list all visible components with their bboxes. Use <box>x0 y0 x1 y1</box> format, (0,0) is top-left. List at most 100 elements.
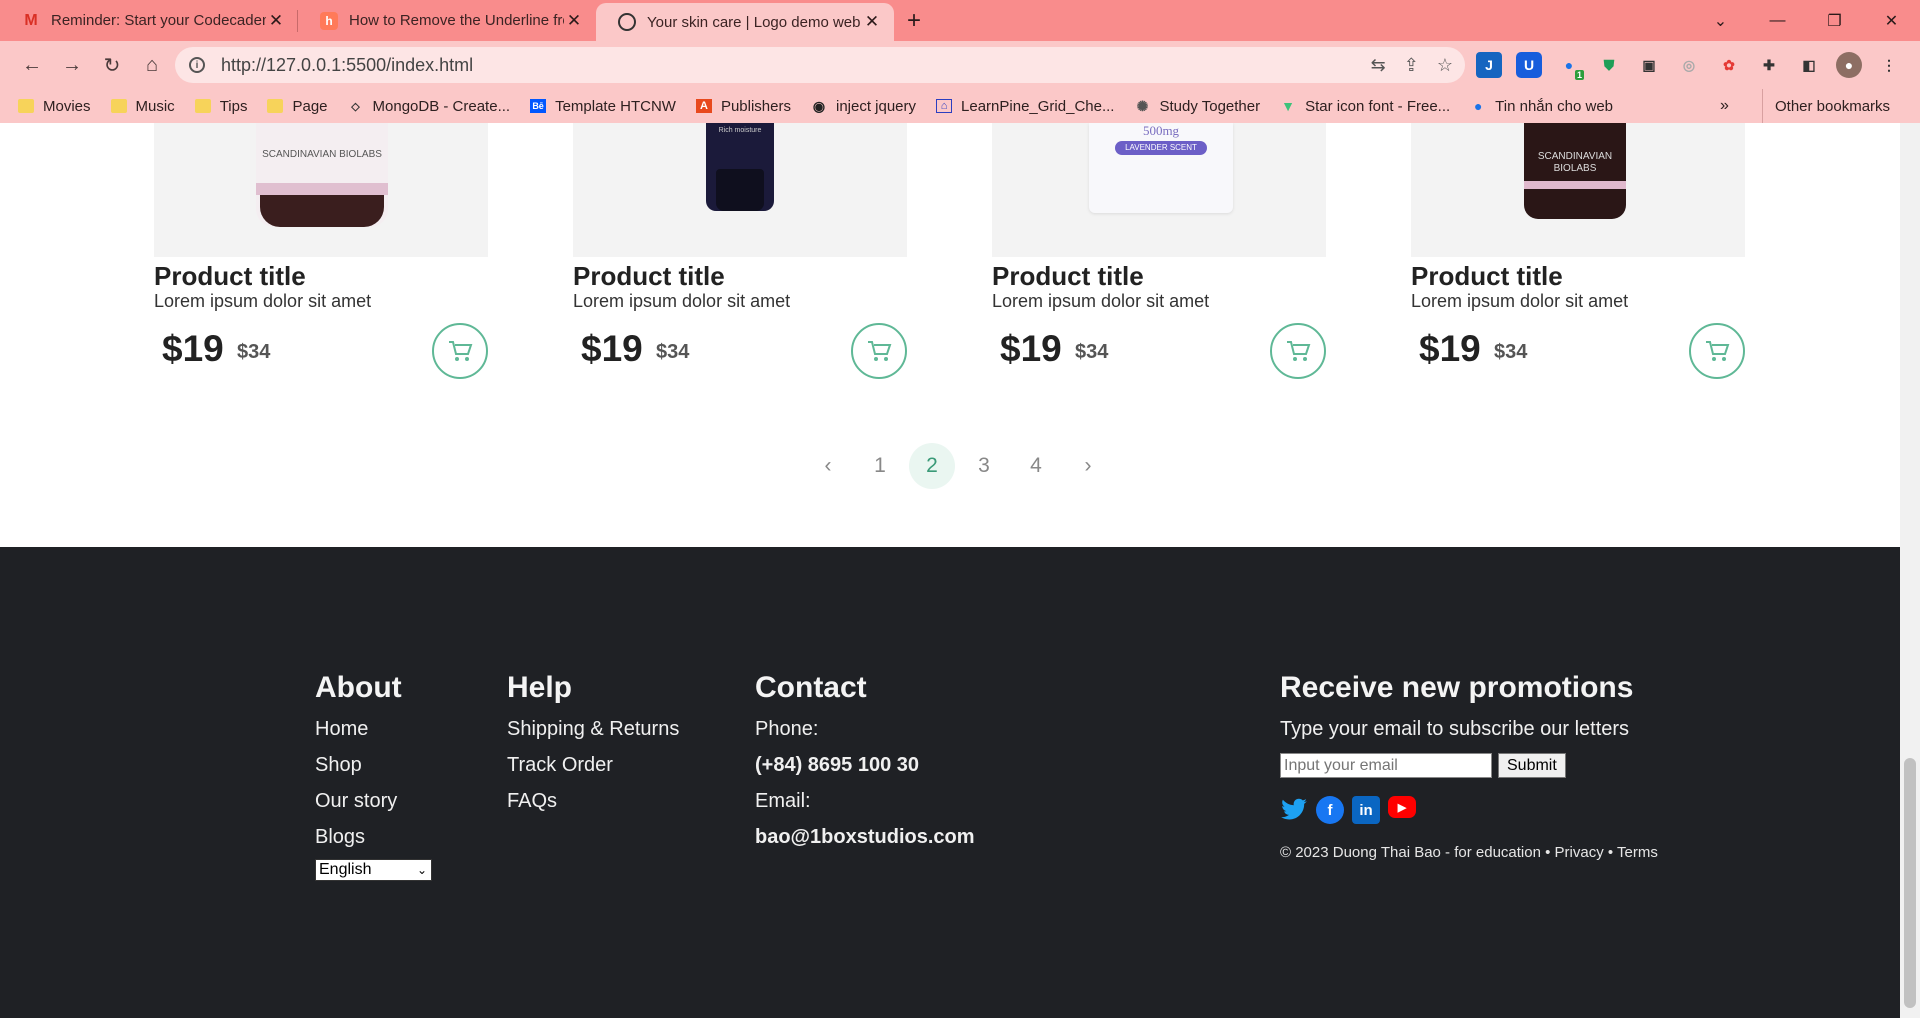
bookmark-tin-nhan[interactable]: ● Tin nhắn cho web <box>1470 98 1613 115</box>
tab-gmail[interactable]: M Reminder: Start your Codecademy ✕ <box>0 0 298 41</box>
close-window-button[interactable]: ✕ <box>1863 0 1920 41</box>
bookmark-inject-jquery[interactable]: ◉ inject jquery <box>811 98 916 115</box>
product-price: $19 <box>162 328 224 369</box>
bookmark-study-together[interactable]: ✺ Study Together <box>1134 98 1261 115</box>
bottle-base <box>260 195 384 227</box>
shield-icon[interactable]: ⛊ <box>1596 52 1622 78</box>
pagination-next-button[interactable]: › <box>1065 443 1111 489</box>
pagination-page-1[interactable]: 1 <box>857 443 903 489</box>
back-icon[interactable]: ← <box>12 45 52 85</box>
product-title[interactable]: Product title <box>154 261 306 292</box>
add-to-cart-button[interactable] <box>432 323 488 379</box>
chevron-down-icon[interactable]: ⌄ <box>1692 0 1749 41</box>
hubspot-icon: h <box>320 11 338 30</box>
address-bar[interactable]: i http://127.0.0.1:5500/index.html ⇆ ⇪ ☆ <box>175 47 1465 83</box>
bookmark-publishers[interactable]: A Publishers <box>695 98 791 115</box>
other-bookmarks[interactable]: Other bookmarks <box>1762 89 1890 123</box>
product-image[interactable]: SCANDINAVIAN BIOLABS <box>1411 123 1745 257</box>
more-menu-icon[interactable]: ⋮ <box>1876 52 1902 78</box>
pagination-page-4[interactable]: 4 <box>1013 443 1059 489</box>
url-text[interactable]: http://127.0.0.1:5500/index.html <box>221 55 473 76</box>
bookmark-learnpine[interactable]: ⌂ LearnPine_Grid_Che... <box>936 98 1114 115</box>
info-icon[interactable]: i <box>189 57 205 73</box>
avatar[interactable]: ● <box>1836 52 1862 78</box>
forward-icon[interactable]: → <box>52 45 92 85</box>
product-old-price: $34 <box>1075 341 1109 363</box>
pagination-prev-button[interactable]: ‹ <box>805 443 851 489</box>
side-panel-icon[interactable]: ◧ <box>1796 52 1822 78</box>
add-to-cart-button[interactable] <box>851 323 907 379</box>
picture-in-picture-icon[interactable]: ▣ <box>1636 52 1662 78</box>
product-image[interactable]: Rich moisture <box>573 123 907 257</box>
email-label: Email: <box>755 790 811 812</box>
bookmark-music[interactable]: Music <box>110 98 175 115</box>
phone-number[interactable]: (+84) 8695 100 30 <box>755 753 975 777</box>
star-icon[interactable]: ☆ <box>1437 55 1453 76</box>
close-icon[interactable]: ✕ <box>862 12 882 32</box>
scrollbar[interactable] <box>1900 123 1920 1018</box>
share-icon[interactable]: ⇪ <box>1404 55 1419 76</box>
bookmark-label: Tips <box>219 97 248 115</box>
globe-icon <box>618 13 636 31</box>
product-title[interactable]: Product title <box>992 261 1144 292</box>
pagination-page-2[interactable]: 2 <box>909 443 955 489</box>
email-input[interactable] <box>1280 753 1492 778</box>
footer-link-faqs[interactable]: FAQs <box>507 789 679 813</box>
bookmark-page[interactable]: Page <box>267 98 328 115</box>
close-icon[interactable]: ✕ <box>266 11 286 31</box>
restore-button[interactable]: ❐ <box>1806 0 1863 41</box>
footer-link-track-order[interactable]: Track Order <box>507 753 679 777</box>
youtube-icon[interactable]: ▶ <box>1388 796 1416 818</box>
footer-link-blogs[interactable]: Blogs <box>315 825 432 849</box>
add-to-cart-button[interactable] <box>1689 323 1745 379</box>
other-bookmarks-label: Other bookmarks <box>1775 97 1891 115</box>
footer-link-shop[interactable]: Shop <box>315 753 432 777</box>
translate-icon[interactable]: ⇆ <box>1371 55 1386 76</box>
close-icon[interactable]: ✕ <box>564 11 584 31</box>
product-price: $19 <box>1000 328 1062 369</box>
email-address[interactable]: bao@1boxstudios.com <box>755 825 975 849</box>
pagination-page-3[interactable]: 3 <box>961 443 1007 489</box>
home-icon[interactable]: ⌂ <box>132 45 172 85</box>
footer-help: Help Shipping & Returns Track Order FAQs <box>507 671 679 813</box>
add-to-cart-button[interactable] <box>1270 323 1326 379</box>
social-links: f in ▶ <box>1280 796 1658 824</box>
product-title[interactable]: Product title <box>573 261 725 292</box>
compass-icon[interactable]: ◎ <box>1676 52 1702 78</box>
folder-icon <box>194 99 211 113</box>
product-title[interactable]: Product title <box>1411 261 1563 292</box>
twitter-icon[interactable] <box>1280 796 1308 824</box>
tab-skin-care[interactable]: Your skin care | Logo demo web ✕ <box>596 3 894 41</box>
scrollbar-thumb[interactable] <box>1904 758 1916 1008</box>
footer-link-home[interactable]: Home <box>315 717 432 741</box>
linkedin-icon[interactable]: in <box>1352 796 1380 824</box>
tab-hubspot[interactable]: h How to Remove the Underline fro ✕ <box>298 0 596 41</box>
extension-j-icon[interactable]: J <box>1476 52 1502 78</box>
bookmark-template[interactable]: Bē Template HTCNW <box>530 98 676 115</box>
new-tab-button[interactable]: + <box>894 0 934 41</box>
chevron-down-icon: ⌄ <box>416 863 427 877</box>
bookmark-tips[interactable]: Tips <box>194 97 248 115</box>
bitwarden-icon[interactable]: U <box>1516 52 1542 78</box>
cart-icon <box>1287 341 1311 361</box>
footer-link-shipping[interactable]: Shipping & Returns <box>507 717 679 741</box>
product-image[interactable]: 500mg LAVENDER SCENT <box>992 123 1326 257</box>
submit-button[interactable]: Submit <box>1498 753 1566 778</box>
more-bookmarks-button[interactable]: » <box>1720 89 1729 123</box>
language-select[interactable]: English ⌄ <box>315 859 432 881</box>
bookmark-mongodb[interactable]: ◇ MongoDB - Create... <box>348 98 510 115</box>
bookmark-star-icon-font[interactable]: ▼ Star icon font - Free... <box>1280 98 1450 115</box>
product-image[interactable]: SCANDINAVIAN BIOLABS <box>154 123 488 257</box>
reload-icon[interactable]: ↻ <box>92 45 132 85</box>
product-bottle: SCANDINAVIAN BIOLABS <box>1524 123 1626 219</box>
cart-icon <box>449 341 473 361</box>
bookmark-movies[interactable]: Movies <box>18 98 91 115</box>
footer-link-our-story[interactable]: Our story <box>315 789 432 813</box>
minimize-button[interactable]: — <box>1749 0 1806 41</box>
extension-user-icon[interactable]: ● 1 <box>1556 52 1584 80</box>
puzzle-icon[interactable]: ✚ <box>1756 52 1782 78</box>
color-wheel-icon[interactable]: ✿ <box>1716 52 1742 78</box>
gmail-icon: M <box>24 11 38 29</box>
language-select-value: English <box>319 861 372 878</box>
facebook-icon[interactable]: f <box>1316 796 1344 824</box>
